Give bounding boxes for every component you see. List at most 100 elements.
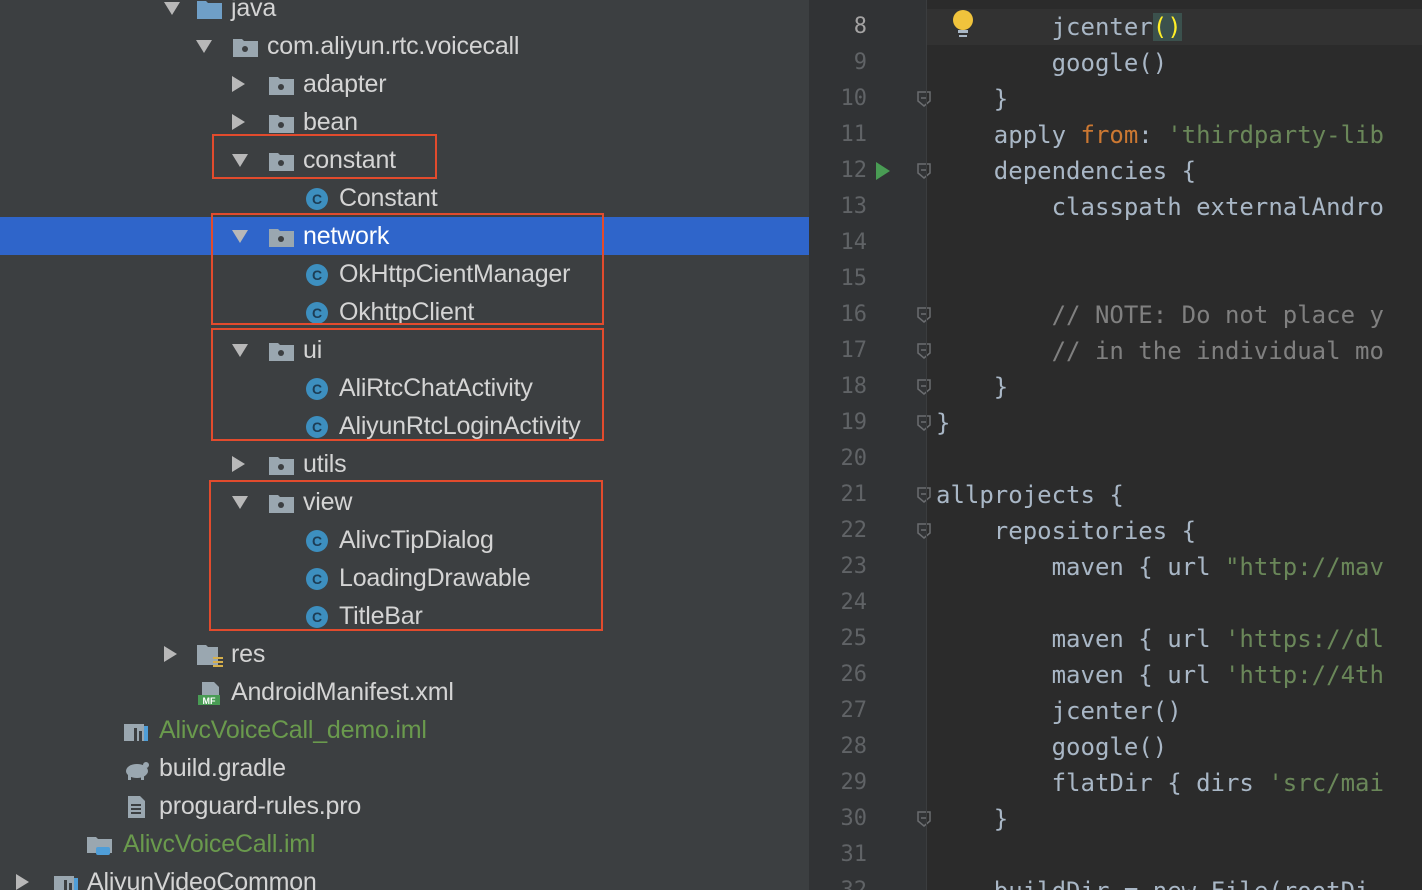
highlight-box	[211, 328, 604, 441]
collapse-arrow-icon[interactable]	[164, 646, 177, 662]
code-line[interactable]: maven { url 'https://dl	[936, 625, 1384, 653]
gutter-line: 22	[809, 513, 931, 549]
tree-item-androidmanifest-xml[interactable]: MF AndroidManifest.xml	[0, 673, 809, 711]
code-line[interactable]: // NOTE: Do not place y	[936, 301, 1384, 329]
code-line[interactable]: // in the individual mo	[936, 337, 1384, 365]
gutter-line: 26	[809, 657, 927, 693]
tree-item-label: AlivcVoiceCall_demo.iml	[159, 716, 427, 744]
code-token: }	[936, 805, 1009, 833]
code-editor[interactable]: 8 9 10 11 12 13 14 15 16 17 18 19 20 21 22 23 24 25 26 27 28…	[809, 0, 1422, 890]
code-line[interactable]: }	[936, 409, 950, 437]
tree-item-adapter[interactable]: adapter	[0, 65, 809, 103]
tree-item-res[interactable]: res	[0, 635, 809, 673]
tree-item-aliyunvideocommon[interactable]: AliyunVideoCommon	[0, 863, 809, 890]
code-token: flatDir { dirs	[936, 769, 1269, 797]
code-line[interactable]: }	[936, 373, 1008, 401]
code-line[interactable]: }	[936, 85, 1008, 113]
collapse-arrow-icon[interactable]	[232, 456, 245, 472]
code-line[interactable]: jcenter()	[936, 697, 1182, 725]
expand-arrow-icon[interactable]	[196, 40, 212, 53]
code-line[interactable]: google()	[936, 733, 1168, 761]
code-line[interactable]: }	[936, 805, 1008, 833]
line-number: 19	[840, 410, 868, 435]
package-folder-icon	[268, 111, 296, 133]
gutter-line: 14	[809, 225, 927, 261]
line-number: 29	[840, 770, 868, 795]
code-token: apply	[936, 121, 1081, 149]
tree-item-utils[interactable]: utils	[0, 445, 809, 483]
fold-marker-icon[interactable]	[917, 811, 931, 827]
code-line[interactable]: apply from: 'thirdparty-lib	[936, 121, 1384, 149]
gutter-line: 25	[809, 621, 927, 657]
fold-marker-icon[interactable]	[917, 487, 931, 503]
gutter-line: 18	[809, 369, 931, 405]
collapse-arrow-icon[interactable]	[16, 874, 29, 890]
collapse-arrow-icon[interactable]	[232, 114, 245, 130]
gutter-line: 8	[809, 9, 927, 45]
fold-marker-icon[interactable]	[917, 379, 931, 395]
line-number: 20	[840, 446, 868, 471]
tree-item-label: AndroidManifest.xml	[231, 678, 454, 706]
code-line[interactable]: dependencies {	[936, 157, 1196, 185]
highlight-box	[212, 134, 437, 179]
fold-marker-icon[interactable]	[917, 163, 931, 179]
tree-item-alivcvoicecall-iml[interactable]: AlivcVoiceCall.iml	[0, 825, 809, 863]
fold-marker-icon[interactable]	[917, 523, 931, 539]
code-line[interactable]: maven { url 'http://4th	[936, 661, 1384, 689]
code-token: buildDir = new File(rootDi	[936, 877, 1370, 890]
fold-marker-icon[interactable]	[917, 415, 931, 431]
gutter-line: 31	[809, 837, 927, 873]
code-token: maven { url	[936, 553, 1225, 581]
package-folder-icon	[232, 35, 260, 57]
collapse-arrow-icon[interactable]	[232, 76, 245, 92]
run-gutter-icon[interactable]	[875, 161, 891, 181]
gradle-icon	[122, 757, 150, 780]
code-token: }	[936, 409, 951, 437]
code-token: 'src/mai	[1268, 769, 1384, 797]
line-number: 9	[853, 50, 867, 75]
svg-text:MF: MF	[203, 696, 216, 705]
code-token: dependencies {	[936, 157, 1197, 185]
fold-marker-icon[interactable]	[917, 91, 931, 107]
fold-marker-icon[interactable]	[917, 343, 931, 359]
module-file-icon	[86, 833, 114, 855]
code-token: google()	[936, 49, 1168, 77]
gutter-divider	[926, 0, 927, 890]
code-token: classpath externalAndro	[936, 193, 1384, 221]
gutter-line: 32	[809, 873, 927, 890]
gutter-line: 24	[809, 585, 927, 621]
tree-item-java[interactable]: java	[0, 0, 809, 27]
code-line[interactable]: maven { url "http://mav	[936, 553, 1384, 581]
tree-item-proguard-rules-pro[interactable]: proguard-rules.pro	[0, 787, 809, 825]
tree-item-com-aliyun-rtc-voicecall[interactable]: com.aliyun.rtc.voicecall	[0, 27, 809, 65]
line-number: 31	[840, 842, 868, 867]
code-line[interactable]: allprojects {	[936, 481, 1124, 509]
gutter-line: 16	[809, 297, 931, 333]
tree-item-label: build.gradle	[159, 754, 286, 782]
file-icon	[122, 795, 150, 818]
code-token: from	[1080, 121, 1139, 149]
code-line[interactable]: classpath externalAndro	[936, 193, 1384, 221]
tree-item-build-gradle[interactable]: build.gradle	[0, 749, 809, 787]
tree-item-constant[interactable]: C Constant	[0, 179, 809, 217]
code-line[interactable]: jcenter()	[936, 13, 1182, 41]
tree-item-label: adapter	[303, 70, 387, 98]
line-number: 18	[840, 374, 868, 399]
code-line[interactable]: google()	[936, 49, 1168, 77]
code-token: google()	[936, 733, 1168, 761]
line-number: 8	[853, 14, 867, 39]
tree-item-label: AlivcVoiceCall.iml	[123, 830, 316, 858]
svg-text:C: C	[312, 191, 322, 207]
module-file-icon	[122, 719, 150, 741]
code-line[interactable]: flatDir { dirs 'src/mai	[936, 769, 1384, 797]
code-line[interactable]: repositories {	[936, 517, 1196, 545]
code-line[interactable]: buildDir = new File(rootDi	[936, 877, 1370, 890]
line-number: 23	[840, 554, 868, 579]
code-token: // NOTE: Do not place y	[936, 301, 1384, 329]
line-number: 30	[840, 806, 868, 831]
gutter-line: 20	[809, 441, 927, 477]
tree-item-alivcvoicecall-demo-iml[interactable]: AlivcVoiceCall_demo.iml	[0, 711, 809, 749]
expand-arrow-icon[interactable]	[164, 2, 180, 15]
fold-marker-icon[interactable]	[917, 307, 931, 323]
code-token: repositories {	[936, 517, 1197, 545]
